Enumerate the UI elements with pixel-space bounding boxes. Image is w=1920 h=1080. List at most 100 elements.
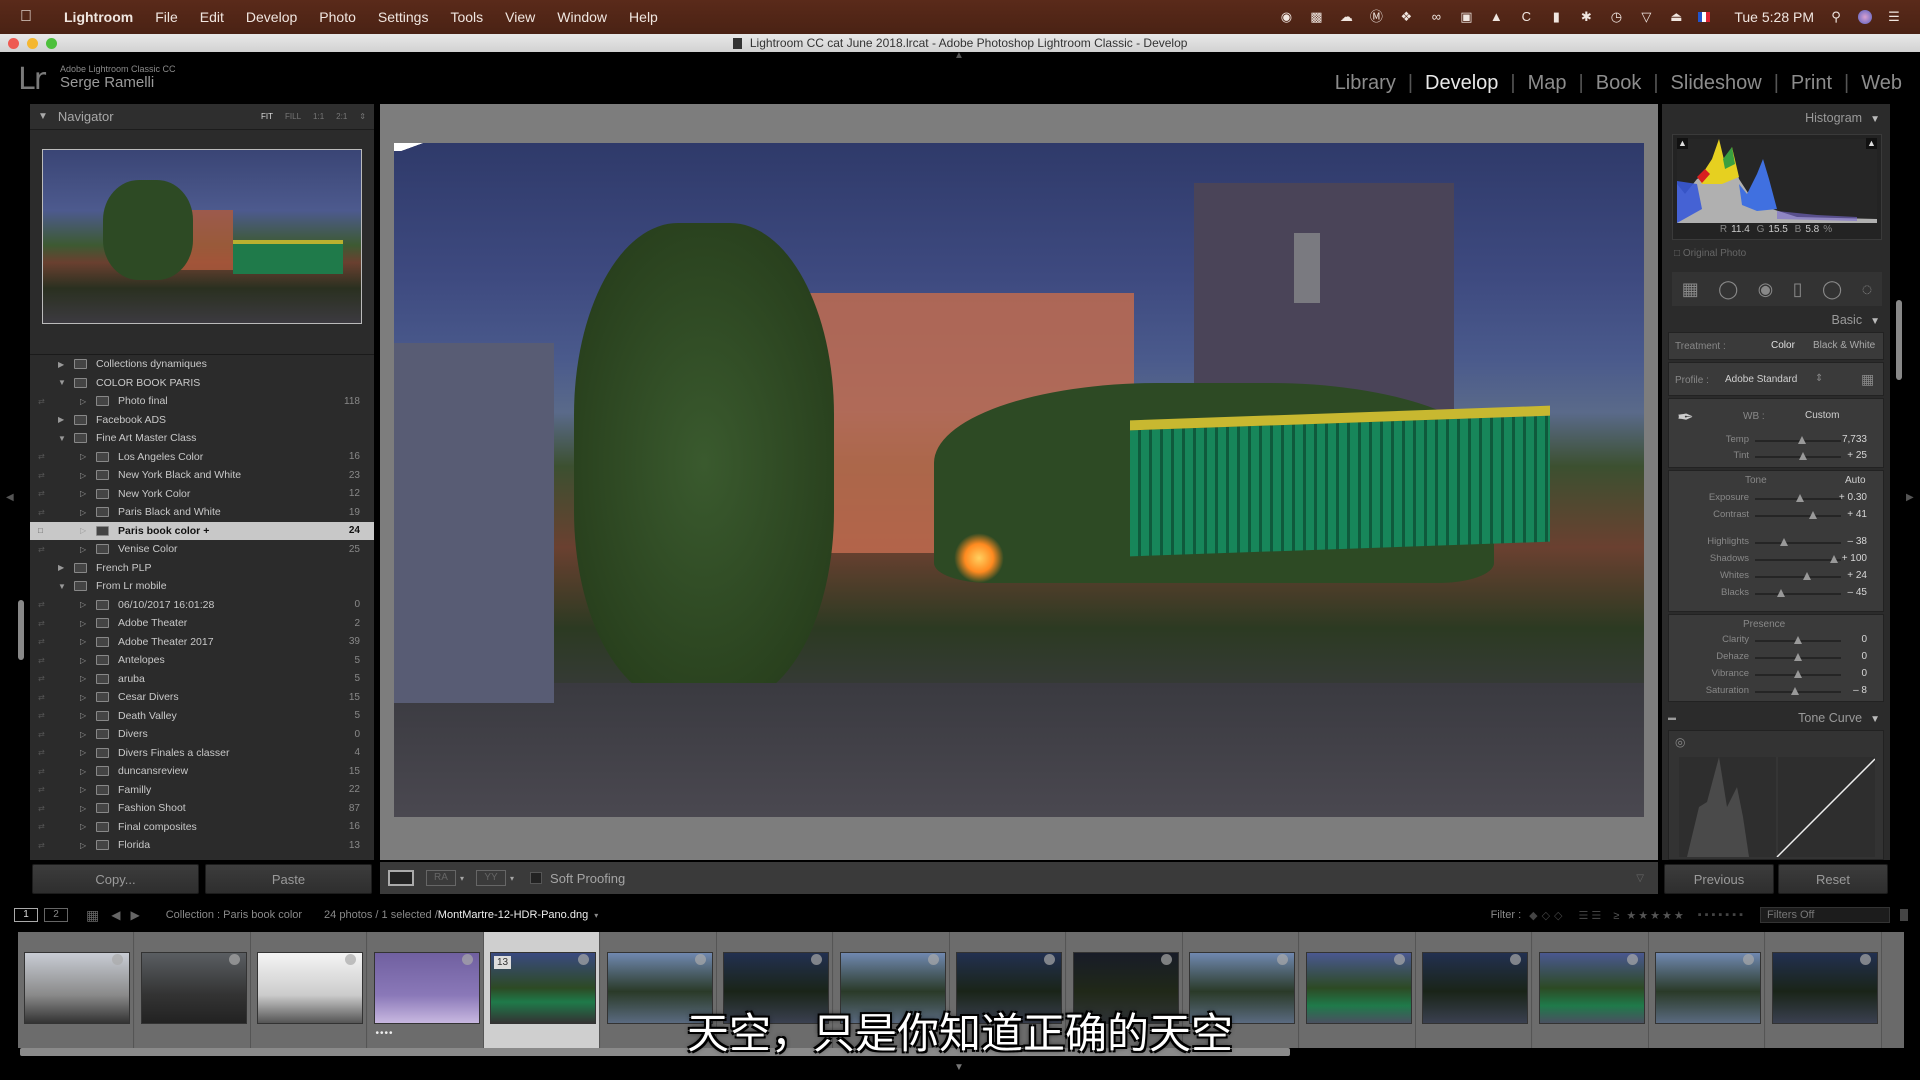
menu-window[interactable]: Window	[557, 9, 607, 25]
collection-row[interactable]: ⇄ ▷ Venise Color 25	[30, 540, 374, 559]
collection-arrow-icon[interactable]: ▷	[80, 619, 86, 628]
vibrance-slider-handle[interactable]	[1794, 670, 1802, 678]
graduated-filter-tool-icon[interactable]: ▯	[1793, 279, 1803, 300]
eject-icon[interactable]: ⏏	[1668, 10, 1684, 24]
flag-icon[interactable]	[1698, 12, 1711, 22]
expanded-triangle-icon[interactable]: ▼	[58, 378, 66, 387]
saturation-slider-handle[interactable]	[1790, 687, 1799, 695]
histogram-header[interactable]: Histogram ▼	[1662, 108, 1890, 128]
color-label-filter[interactable]: ▪▪▪▪▪▪▪	[1698, 909, 1746, 921]
menu-file[interactable]: File	[155, 9, 178, 25]
clarity-value[interactable]: 0	[1861, 634, 1867, 645]
quick-collection-dot-icon[interactable]	[461, 954, 473, 965]
dehaze-slider-handle[interactable]	[1794, 653, 1802, 661]
collection-row[interactable]: ▶ French PLP	[30, 559, 374, 578]
menu-help[interactable]: Help	[629, 9, 658, 25]
sync-icon[interactable]: ⇄	[38, 545, 48, 554]
forward-arrow-icon[interactable]: ▶	[130, 908, 139, 922]
crop-tool-icon[interactable]: ▦	[1682, 279, 1699, 300]
sync-icon[interactable]: ⇄	[38, 674, 48, 683]
collection-row[interactable]: ⇄ ▷ Death Valley 5	[30, 707, 374, 726]
collection-arrow-icon[interactable]: ▷	[80, 508, 86, 517]
sync-icon[interactable]: ⇄	[38, 748, 48, 757]
treatment-black-white[interactable]: Black & White	[1813, 340, 1875, 351]
collection-row[interactable]: ⇄ ▷ Antelopes 5	[30, 651, 374, 670]
siri-icon[interactable]	[1858, 10, 1872, 24]
sync-icon[interactable]: ⇄	[38, 730, 48, 739]
temp-slider-handle[interactable]	[1798, 436, 1807, 444]
rating-filter-stars[interactable]: ≥ ★★★★★	[1613, 909, 1685, 922]
quick-collection-dot-icon[interactable]	[694, 954, 706, 965]
collapse-triangle-icon[interactable]: ▼	[1870, 114, 1880, 125]
menu-edit[interactable]: Edit	[200, 9, 224, 25]
quick-collection-dot-icon[interactable]	[578, 954, 589, 965]
collection-row[interactable]: ⇄ ▷ Divers Finales a classer 4	[30, 744, 374, 763]
collapse-filmstrip-icon[interactable]: ▼	[954, 1062, 964, 1073]
collection-arrow-icon[interactable]: ▷	[80, 656, 86, 665]
apple-menu-icon[interactable]: 	[20, 8, 36, 26]
edit-filter-icons[interactable]: ☰ ☰	[1579, 909, 1602, 922]
blacks-slider-handle[interactable]	[1776, 589, 1785, 597]
soft-proofing-checkbox[interactable]	[530, 872, 543, 884]
sync-icon[interactable]: ⇄	[38, 471, 48, 480]
second-screen-button[interactable]: 2	[44, 908, 68, 922]
radial-filter-tool-icon[interactable]: ◯	[1822, 279, 1842, 300]
sync-icon[interactable]: ⇄	[38, 489, 48, 498]
collection-row[interactable]: ⇄ ▷ New York Black and White 23	[30, 466, 374, 485]
module-slideshow[interactable]: Slideshow	[1659, 72, 1774, 95]
collection-row[interactable]: ⇄ ▷ Final composites 16	[30, 818, 374, 837]
filename-dropdown-icon[interactable]: ▾	[594, 911, 598, 920]
collapsed-triangle-icon[interactable]: ▶	[58, 563, 64, 572]
module-library[interactable]: Library	[1323, 72, 1408, 95]
collection-row[interactable]: ⇄ ▷ Adobe Theater 2017 39	[30, 633, 374, 652]
module-web[interactable]: Web	[1849, 72, 1914, 95]
time-machine-icon[interactable]: ◷	[1608, 10, 1624, 24]
sync-icon[interactable]: ⇄	[38, 785, 48, 794]
collection-arrow-icon[interactable]: ▷	[80, 711, 86, 720]
whites-value[interactable]: + 24	[1847, 570, 1867, 581]
screen-icon[interactable]: ▣	[1458, 10, 1474, 24]
shadows-value[interactable]: + 100	[1842, 553, 1867, 564]
highlight-clipping-icon[interactable]: ▲	[1866, 138, 1877, 149]
selected-filename[interactable]: MontMartre-12-HDR-Pano.dng	[438, 909, 588, 921]
collapse-triangle-icon[interactable]: ▼	[1870, 316, 1880, 327]
collection-row[interactable]: ▼ From Lr mobile	[30, 577, 374, 596]
whites-slider[interactable]	[1755, 576, 1841, 578]
spot-removal-tool-icon[interactable]: ◯	[1718, 279, 1738, 300]
quick-collection-dot-icon[interactable]	[811, 954, 822, 965]
sync-icon[interactable]: ⇄	[38, 600, 48, 609]
cloud-upload-icon[interactable]: ☁	[1338, 10, 1354, 24]
clock[interactable]: Tue 5:28 PM	[1734, 9, 1814, 25]
flag-filter-icons[interactable]: ◆◇◇	[1529, 909, 1566, 922]
tint-slider[interactable]	[1755, 456, 1841, 458]
highlights-slider-handle[interactable]	[1780, 538, 1789, 546]
shadows-slider[interactable]	[1755, 559, 1841, 561]
navigator-preview[interactable]	[42, 149, 362, 324]
collection-row[interactable]: ⇄ ▷ aruba 5	[30, 670, 374, 689]
back-arrow-icon[interactable]: ◀	[111, 908, 120, 922]
left-panel-scrollbar[interactable]	[18, 600, 24, 660]
collection-arrow-icon[interactable]: ▷	[80, 841, 86, 850]
right-panel-scrollbar[interactable]	[1896, 300, 1902, 380]
1password-icon[interactable]: Ⓜ	[1368, 10, 1384, 24]
target-checkbox-icon[interactable]: □	[38, 526, 48, 535]
quick-collection-dot-icon[interactable]	[1393, 954, 1405, 965]
paste-button[interactable]: Paste	[205, 864, 372, 894]
contrast-value[interactable]: + 41	[1847, 509, 1867, 520]
collection-row[interactable]: ⇄ ▷ duncansreview 15	[30, 762, 374, 781]
before-after-dropdown-icon[interactable]: ▾	[460, 874, 464, 883]
collection-row[interactable]: ⇄ ▷ Los Angeles Color 16	[30, 448, 374, 467]
collection-row[interactable]: ⇄ ▷ Photo final 118	[30, 392, 374, 411]
quick-collection-dot-icon[interactable]	[1044, 954, 1055, 965]
adjustment-brush-tool-icon[interactable]: ◌	[1862, 279, 1873, 300]
quick-collection-dot-icon[interactable]	[1626, 954, 1638, 965]
collapsed-triangle-icon[interactable]: ▶	[58, 360, 64, 369]
sync-icon[interactable]: ⇄	[38, 656, 48, 665]
collection-arrow-icon[interactable]: ▷	[80, 545, 86, 554]
shadows-slider-handle[interactable]	[1830, 555, 1839, 563]
contrast-slider-handle[interactable]	[1809, 511, 1818, 519]
filmstrip-source[interactable]: Collection : Paris book color	[166, 909, 302, 921]
navigator-header[interactable]: ▼ Navigator FIT FILL 1:1 2:1 ⇕	[30, 104, 374, 130]
clarity-slider-handle[interactable]	[1794, 636, 1802, 644]
treatment-color[interactable]: Color	[1771, 340, 1795, 351]
